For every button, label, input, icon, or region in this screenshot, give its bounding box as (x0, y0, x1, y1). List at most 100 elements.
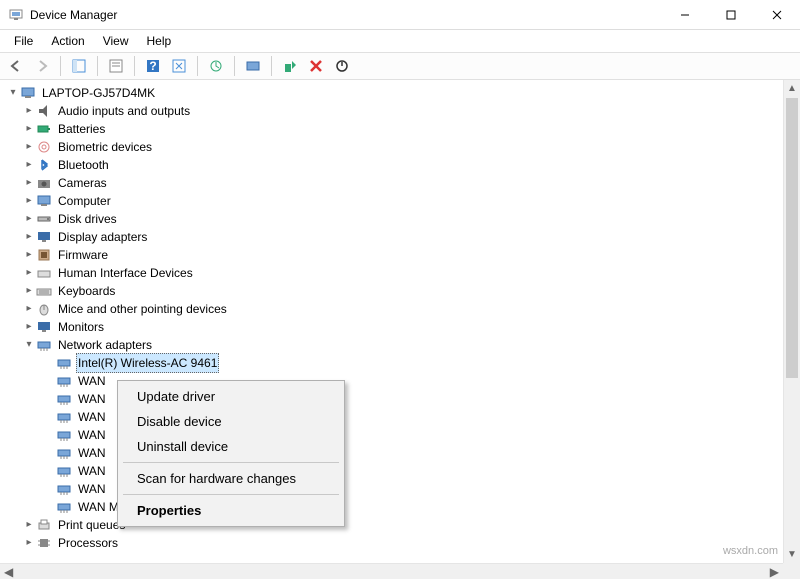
device-label: WAN (76, 372, 108, 390)
caret-down-icon[interactable]: ▾ (6, 86, 20, 100)
context-uninstall-device[interactable]: Uninstall device (121, 434, 341, 459)
category-network-adapters[interactable]: ▾ Network adapters (2, 336, 798, 354)
show-hide-tree-button[interactable] (67, 54, 91, 78)
category-biometric-devices[interactable]: ▸ Biometric devices (2, 138, 798, 156)
context-menu: Update driver Disable device Uninstall d… (117, 380, 345, 527)
category-icon (36, 121, 52, 137)
category-firmware[interactable]: ▸Firmware (2, 246, 798, 264)
category-label: Disk drives (56, 210, 119, 228)
caret-right-icon[interactable]: ▸ (22, 194, 36, 208)
network-adapter-icon (56, 499, 72, 515)
category-bluetooth[interactable]: ▸ Bluetooth (2, 156, 798, 174)
caret-right-icon[interactable]: ▸ (22, 212, 36, 226)
category-computer[interactable]: ▸Computer (2, 192, 798, 210)
category-label: Biometric devices (56, 138, 154, 156)
device-label: WAN (76, 462, 108, 480)
maximize-button[interactable] (708, 0, 754, 30)
scroll-up-arrow[interactable]: ▲ (784, 80, 800, 97)
refresh-button[interactable] (167, 54, 191, 78)
category-label: Network adapters (56, 336, 154, 354)
caret-right-icon[interactable]: ▸ (22, 122, 36, 136)
context-separator (123, 462, 339, 463)
network-adapter-icon (56, 427, 72, 443)
scroll-down-arrow[interactable]: ▼ (784, 546, 800, 563)
horizontal-scrollbar[interactable]: ◀ ▶ (0, 563, 783, 579)
category-label: Mice and other pointing devices (56, 300, 229, 318)
caret-right-icon[interactable]: ▸ (22, 302, 36, 316)
device-row[interactable]: ▸Intel(R) Wireless-AC 9461 (2, 354, 798, 372)
category-monitors[interactable]: ▸ Monitors (2, 318, 798, 336)
caret-right-icon[interactable]: ▸ (22, 104, 36, 118)
scan-hardware-button[interactable] (241, 54, 265, 78)
uninstall-device-button[interactable] (304, 54, 328, 78)
scroll-corner (783, 563, 800, 579)
category-audio-inputs-and-outputs[interactable]: ▸Audio inputs and outputs (2, 102, 798, 120)
separator (60, 56, 61, 76)
tree-root[interactable]: ▾LAPTOP-GJ57D4MK (2, 84, 798, 102)
context-separator (123, 494, 339, 495)
scroll-left-arrow[interactable]: ◀ (4, 565, 13, 579)
properties-button[interactable] (104, 54, 128, 78)
separator (234, 56, 235, 76)
category-icon (36, 247, 52, 263)
caret-right-icon[interactable]: ▸ (22, 518, 36, 532)
category-label: Keyboards (56, 282, 117, 300)
scroll-thumb[interactable] (786, 98, 798, 378)
caret-right-icon[interactable]: ▸ (22, 176, 36, 190)
category-icon (36, 337, 52, 353)
category-icon (36, 535, 52, 551)
device-label: WAN (76, 408, 108, 426)
context-properties[interactable]: Properties (121, 498, 341, 523)
menu-file[interactable]: File (6, 32, 41, 50)
category-label: Bluetooth (56, 156, 111, 174)
caret-right-icon[interactable]: ▸ (22, 140, 36, 154)
caret-right-icon[interactable]: ▸ (22, 284, 36, 298)
close-button[interactable] (754, 0, 800, 30)
context-disable-device[interactable]: Disable device (121, 409, 341, 434)
category-icon (36, 103, 52, 119)
category-batteries[interactable]: ▸Batteries (2, 120, 798, 138)
minimize-button[interactable] (662, 0, 708, 30)
category-display-adapters[interactable]: ▸Display adapters (2, 228, 798, 246)
category-icon (36, 229, 52, 245)
context-scan-hardware[interactable]: Scan for hardware changes (121, 466, 341, 491)
category-disk-drives[interactable]: ▸ Disk drives (2, 210, 798, 228)
category-icon (36, 193, 52, 209)
caret-right-icon[interactable]: ▸ (22, 248, 36, 262)
category-processors[interactable]: ▸ Processors (2, 534, 798, 552)
separator (271, 56, 272, 76)
separator (197, 56, 198, 76)
update-driver-button[interactable] (204, 54, 228, 78)
category-icon (36, 301, 52, 317)
network-adapter-icon (56, 355, 72, 371)
device-label: WAN (76, 480, 108, 498)
help-button[interactable]: ? (141, 54, 165, 78)
caret-right-icon[interactable]: ▸ (22, 536, 36, 550)
category-label: Monitors (56, 318, 106, 336)
forward-button[interactable] (30, 54, 54, 78)
computer-icon (20, 85, 36, 101)
category-icon (36, 283, 52, 299)
category-human-interface-devices[interactable]: ▸Human Interface Devices (2, 264, 798, 282)
caret-down-icon[interactable]: ▾ (22, 338, 36, 352)
caret-right-icon[interactable]: ▸ (22, 158, 36, 172)
menu-help[interactable]: Help (139, 32, 180, 50)
scroll-right-arrow[interactable]: ▶ (770, 565, 779, 579)
caret-right-icon[interactable]: ▸ (22, 266, 36, 280)
disable-device-button[interactable] (330, 54, 354, 78)
caret-right-icon[interactable]: ▸ (22, 230, 36, 244)
category-mice-and-other-pointing-devices[interactable]: ▸ Mice and other pointing devices (2, 300, 798, 318)
category-cameras[interactable]: ▸Cameras (2, 174, 798, 192)
window-title: Device Manager (30, 8, 662, 22)
category-keyboards[interactable]: ▸ Keyboards (2, 282, 798, 300)
back-button[interactable] (4, 54, 28, 78)
menu-view[interactable]: View (95, 32, 137, 50)
context-update-driver[interactable]: Update driver (121, 384, 341, 409)
toolbar: ? (0, 52, 800, 80)
enable-device-button[interactable] (278, 54, 302, 78)
caret-right-icon[interactable]: ▸ (22, 320, 36, 334)
vertical-scrollbar[interactable]: ▲ ▼ (783, 80, 800, 563)
category-label: Processors (56, 534, 120, 552)
menu-action[interactable]: Action (43, 32, 92, 50)
device-label: WAN (76, 390, 108, 408)
